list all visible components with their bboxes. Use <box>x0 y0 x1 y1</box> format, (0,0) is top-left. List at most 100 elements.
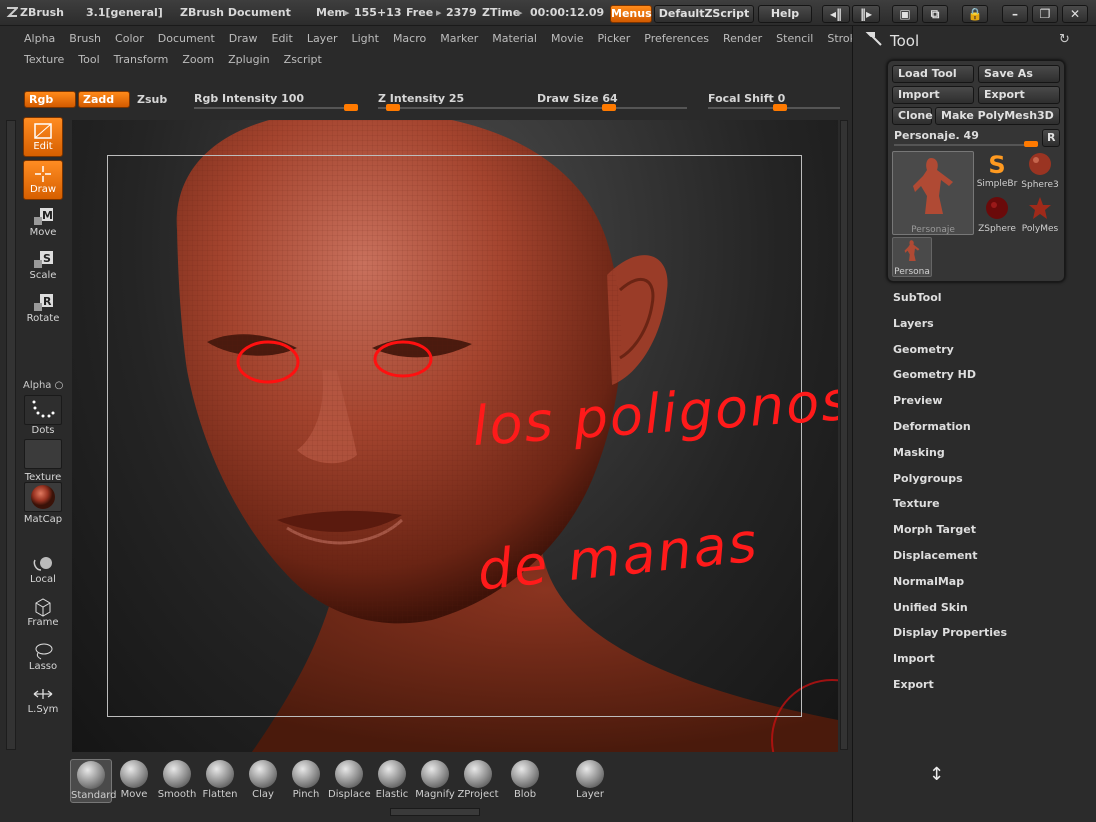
menu-item-preferences[interactable]: Preferences <box>644 32 709 45</box>
draw-button[interactable]: Draw <box>23 160 63 200</box>
tool-section-masking[interactable]: Masking <box>893 446 945 459</box>
menus-button[interactable]: Menus <box>610 5 652 23</box>
texture-button[interactable]: Texture <box>23 438 63 483</box>
make-polymesh3d-button[interactable]: Make PolyMesh3D <box>935 107 1060 125</box>
menu-item-document[interactable]: Document <box>158 32 215 45</box>
lasso-button[interactable]: Lasso <box>23 638 63 678</box>
right-scroll-strip[interactable] <box>840 120 848 750</box>
tool-section-texture[interactable]: Texture <box>893 497 940 510</box>
menu-item-marker[interactable]: Marker <box>440 32 478 45</box>
refresh-icon[interactable]: ↻ <box>1059 32 1070 47</box>
scroll-right-icon[interactable]: ‖▸ <box>852 5 880 23</box>
brush-zproject[interactable]: ZProject <box>457 759 499 803</box>
menu-item-zscript[interactable]: Zscript <box>284 53 322 66</box>
draw-size-knob[interactable] <box>602 104 617 111</box>
document-canvas[interactable]: los poligonos de manas <box>72 120 838 752</box>
brush-standard[interactable]: Standard <box>70 759 117 803</box>
brush-smooth[interactable]: Smooth <box>156 759 198 803</box>
menu-item-zplugin[interactable]: Zplugin <box>228 53 270 66</box>
tool-section-polygroups[interactable]: Polygroups <box>893 472 963 485</box>
default-zscript-button[interactable]: DefaultZScript <box>654 5 754 23</box>
move-button[interactable]: M Move <box>23 204 63 244</box>
tool-thumb-polymesh[interactable]: PolyMes <box>1018 195 1062 235</box>
tool-section-preview[interactable]: Preview <box>893 394 943 407</box>
menu-item-texture[interactable]: Texture <box>24 53 64 66</box>
brush-displace[interactable]: Displace <box>328 759 371 803</box>
brush-move[interactable]: Move <box>113 759 155 803</box>
tool-section-displacement[interactable]: Displacement <box>893 549 978 562</box>
tool-section-unified-skin[interactable]: Unified Skin <box>893 601 968 614</box>
menu-item-brush[interactable]: Brush <box>69 32 101 45</box>
tool-section-normalmap[interactable]: NormalMap <box>893 575 964 588</box>
close-icon[interactable]: ✕ <box>1062 5 1088 23</box>
local-button[interactable]: Local <box>23 551 63 591</box>
menu-item-transform[interactable]: Transform <box>114 53 169 66</box>
menu-item-draw[interactable]: Draw <box>229 32 258 45</box>
rgb-intensity-knob[interactable] <box>344 104 358 111</box>
tool-section-subtool[interactable]: SubTool <box>893 291 942 304</box>
tool-section-deformation[interactable]: Deformation <box>893 420 971 433</box>
save-as-button[interactable]: Save As <box>978 65 1060 83</box>
tool-thumb-simplebrush[interactable]: S SimpleBr <box>976 151 1018 191</box>
rgb-toggle[interactable]: Rgb <box>24 91 76 108</box>
import-button[interactable]: Import <box>892 86 974 104</box>
tool-slider-track[interactable] <box>894 144 1038 146</box>
brush-elastic[interactable]: Elastic <box>371 759 413 803</box>
menu-item-layer[interactable]: Layer <box>307 32 338 45</box>
tool-section-geometry[interactable]: Geometry <box>893 343 954 356</box>
menu-item-tool[interactable]: Tool <box>78 53 99 66</box>
rgb-intensity-track[interactable] <box>194 107 358 109</box>
lock-icon[interactable]: 🔒 <box>962 5 988 23</box>
layout-icon[interactable]: ▣ <box>892 5 918 23</box>
brush-blob[interactable]: Blob <box>504 759 546 803</box>
bottom-scroll-handle[interactable] <box>390 808 480 816</box>
tool-thumb-zsphere[interactable]: ZSphere <box>976 195 1018 235</box>
menu-item-light[interactable]: Light <box>351 32 378 45</box>
brush-magnify[interactable]: Magnify <box>414 759 456 803</box>
tool-section-layers[interactable]: Layers <box>893 317 934 330</box>
brush-pinch[interactable]: Pinch <box>285 759 327 803</box>
tool-section-export[interactable]: Export <box>893 678 934 691</box>
tool-thumb-personaje-large[interactable]: Personaje <box>892 151 974 235</box>
menu-item-alpha[interactable]: Alpha <box>24 32 55 45</box>
menu-item-edit[interactable]: Edit <box>272 32 293 45</box>
tool-section-display-properties[interactable]: Display Properties <box>893 626 1007 639</box>
zadd-toggle[interactable]: Zadd <box>78 91 130 108</box>
help-button[interactable]: Help <box>758 5 812 23</box>
tool-thumb-sphere3d[interactable]: Sphere3 <box>1018 151 1062 191</box>
z-intensity-track[interactable] <box>378 107 542 109</box>
layout-alt-icon[interactable]: ⧉ <box>922 5 948 23</box>
alpha-dots-button[interactable]: Dots <box>23 394 63 436</box>
tool-thumb-personaje-small[interactable]: Persona <box>892 237 932 277</box>
scale-button[interactable]: S Scale <box>23 247 63 287</box>
zsub-toggle[interactable]: Zsub <box>137 93 167 106</box>
left-scroll-strip[interactable] <box>6 120 16 750</box>
restore-icon[interactable]: ❐ <box>1032 5 1058 23</box>
tool-section-import[interactable]: Import <box>893 652 935 665</box>
minimize-icon[interactable]: – <box>1002 5 1028 23</box>
menu-item-picker[interactable]: Picker <box>598 32 631 45</box>
brush-flatten[interactable]: Flatten <box>199 759 241 803</box>
export-button[interactable]: Export <box>978 86 1060 104</box>
menu-item-macro[interactable]: Macro <box>393 32 426 45</box>
tool-section-morph-target[interactable]: Morph Target <box>893 523 976 536</box>
rgb-intensity-slider[interactable]: Rgb Intensity 100 <box>194 92 304 105</box>
tool-slider-knob[interactable] <box>1024 141 1038 147</box>
scroll-left-icon[interactable]: ◂‖ <box>822 5 850 23</box>
menu-item-movie[interactable]: Movie <box>551 32 584 45</box>
focal-shift-knob[interactable] <box>772 104 787 111</box>
z-intensity-knob[interactable] <box>385 104 400 111</box>
brush-clay[interactable]: Clay <box>242 759 284 803</box>
menu-item-color[interactable]: Color <box>115 32 144 45</box>
clone-button[interactable]: Clone <box>892 107 933 125</box>
frame-button[interactable]: Frame <box>23 594 63 634</box>
lsym-button[interactable]: L.Sym <box>23 681 63 721</box>
menu-item-stencil[interactable]: Stencil <box>776 32 813 45</box>
tool-section-geometry-hd[interactable]: Geometry HD <box>893 368 976 381</box>
rotate-button[interactable]: R Rotate <box>23 290 63 330</box>
r-button[interactable]: R <box>1042 129 1060 147</box>
menu-item-render[interactable]: Render <box>723 32 762 45</box>
brush-layer[interactable]: Layer <box>569 759 611 803</box>
matcap-button[interactable]: MatCap <box>23 481 63 525</box>
menu-item-zoom[interactable]: Zoom <box>182 53 214 66</box>
